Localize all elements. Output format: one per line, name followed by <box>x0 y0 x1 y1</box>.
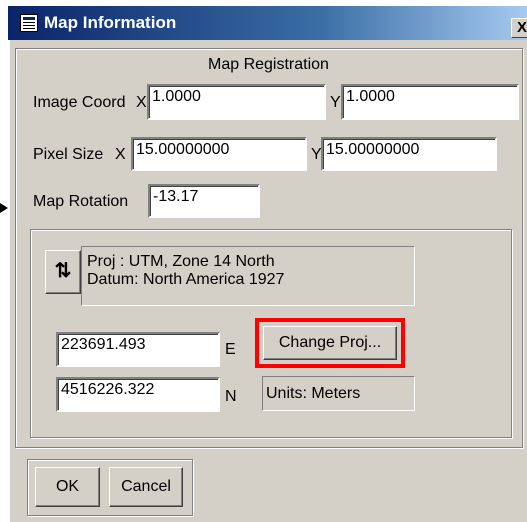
app-icon[interactable] <box>20 14 38 32</box>
easting-label: E <box>225 341 236 358</box>
image-coord-y-label: Y <box>330 94 341 111</box>
window-title: Map Information <box>44 13 177 32</box>
pixel-size-x-label: X <box>115 146 126 163</box>
cancel-button[interactable]: Cancel <box>109 467 183 507</box>
projection-info-box: Proj : UTM, Zone 14 North Datum: North A… <box>81 246 415 306</box>
map-registration-heading: Map Registration <box>208 56 329 73</box>
pixel-size-y-input[interactable]: 15.00000000 <box>321 137 497 171</box>
northing-label: N <box>225 388 237 405</box>
map-rotation-input[interactable]: -13.17 <box>148 184 260 218</box>
projection-line: Proj : UTM, Zone 14 North <box>87 253 275 270</box>
image-coord-y-input[interactable]: 1.0000 <box>341 84 519 120</box>
pointer-arrow-icon <box>0 203 8 213</box>
image-coord-x-input[interactable]: 1.0000 <box>147 84 326 120</box>
image-coord-label: Image Coord <box>33 94 126 111</box>
easting-input[interactable]: 223691.493 <box>56 332 220 367</box>
title-bar[interactable]: Map Information X <box>8 6 527 40</box>
swap-arrows-icon: ⇅ <box>54 260 72 282</box>
pixel-size-label: Pixel Size <box>33 146 104 163</box>
map-rotation-label: Map Rotation <box>33 193 129 210</box>
swap-projection-button[interactable]: ⇅ <box>45 250 81 294</box>
pixel-size-x-input[interactable]: 15.00000000 <box>131 137 307 171</box>
ok-button[interactable]: OK <box>35 467 100 507</box>
close-button[interactable]: X <box>511 18 527 38</box>
change-proj-button[interactable]: Change Proj... <box>263 326 397 360</box>
image-coord-x-label: X <box>136 94 147 111</box>
northing-input[interactable]: 4516226.322 <box>56 377 220 412</box>
datum-line: Datum: North America 1927 <box>87 271 285 288</box>
units-display: Units: Meters <box>262 376 415 411</box>
